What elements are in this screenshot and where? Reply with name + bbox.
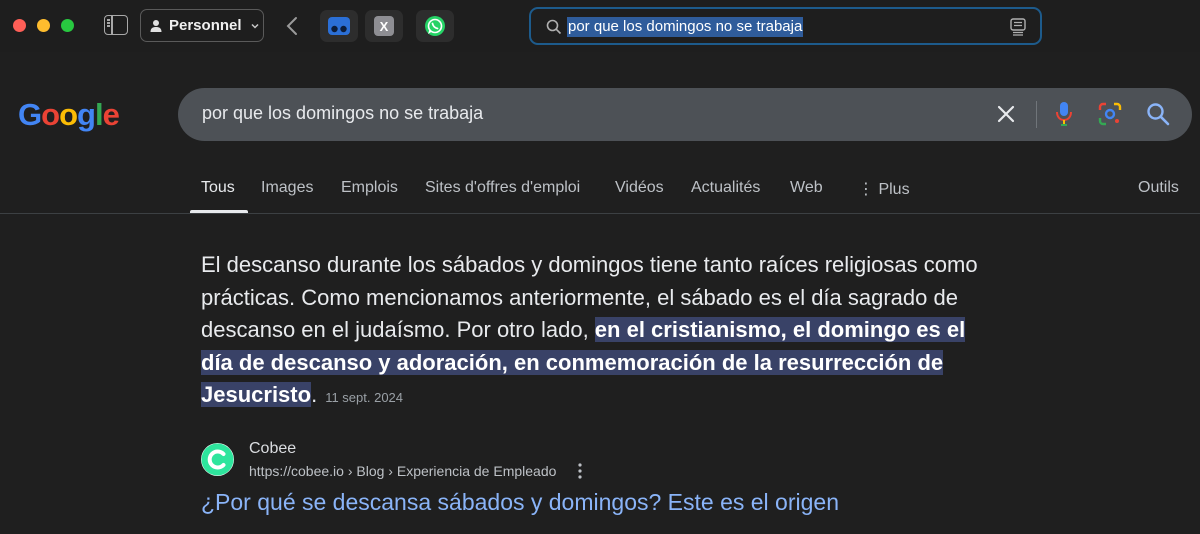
snippet-period: .	[311, 382, 318, 408]
tab-images[interactable]: Images	[261, 179, 313, 197]
x-icon: X	[374, 16, 394, 36]
whatsapp-icon	[425, 16, 445, 36]
featured-snippet: El descanso durante los sábados y doming…	[201, 249, 1001, 415]
back-icon[interactable]	[284, 16, 300, 36]
microphone-icon[interactable]	[1055, 100, 1073, 128]
tab-videos[interactable]: Vidéos	[615, 179, 664, 197]
tab-tous[interactable]: Tous	[201, 179, 235, 197]
zoom-window-button[interactable]	[61, 19, 74, 32]
search-icon	[546, 19, 562, 35]
result-breadcrumb-url[interactable]: https://cobee.io › Blog › Experiencia de…	[249, 463, 556, 479]
favorite-tab-whatsapp[interactable]	[416, 10, 454, 42]
browser-toolbar: Personnel X por que los domingos no se t…	[0, 0, 1200, 52]
snippet-date: 11 sept. 2024	[325, 390, 404, 406]
tab-plus[interactable]: ⋮ Plus	[858, 179, 910, 199]
sidebar-toggle-icon[interactable]	[104, 15, 128, 35]
tab-actualites[interactable]: Actualités	[691, 179, 760, 197]
chevron-down-icon	[251, 23, 259, 29]
blue-app-icon	[328, 17, 350, 35]
cobee-favicon[interactable]	[201, 443, 234, 476]
tab-web[interactable]: Web	[790, 179, 823, 197]
active-tab-indicator	[190, 210, 248, 213]
reader-icon[interactable]	[1010, 18, 1026, 36]
tab-sites-offres[interactable]: Sites d'offres d'emploi	[425, 179, 580, 197]
search-divider	[1036, 101, 1037, 128]
clear-icon[interactable]	[996, 104, 1016, 124]
profile-button[interactable]: Personnel	[140, 9, 264, 42]
person-icon	[150, 19, 162, 32]
favorite-tab-blue[interactable]	[320, 10, 358, 42]
more-options-icon[interactable]	[577, 462, 583, 480]
close-window-button[interactable]	[13, 19, 26, 32]
address-bar[interactable]: por que los domingos no se trabaja	[529, 7, 1042, 45]
google-search-box[interactable]: por que los domingos no se trabaja	[178, 88, 1192, 141]
cobee-logo-icon	[201, 443, 234, 476]
tab-emplois[interactable]: Emplois	[341, 179, 398, 197]
result-title-link[interactable]: ¿Por qué se descansa sábados y domingos?…	[201, 489, 839, 516]
tools-button[interactable]: Outils	[1138, 179, 1179, 197]
search-submit-icon[interactable]	[1146, 102, 1170, 126]
favorite-tab-x[interactable]: X	[365, 10, 403, 42]
profile-label: Personnel	[169, 17, 242, 34]
result-site-name[interactable]: Cobee	[249, 440, 296, 458]
search-query[interactable]: por que los domingos no se trabaja	[202, 103, 483, 124]
lens-icon[interactable]	[1098, 102, 1122, 126]
minimize-window-button[interactable]	[37, 19, 50, 32]
google-doodle-logo[interactable]: Google	[18, 97, 120, 133]
address-query[interactable]: por que los domingos no se trabaja	[567, 17, 804, 37]
search-tabs: Tous Images Emplois Sites d'offres d'emp…	[0, 170, 1200, 214]
